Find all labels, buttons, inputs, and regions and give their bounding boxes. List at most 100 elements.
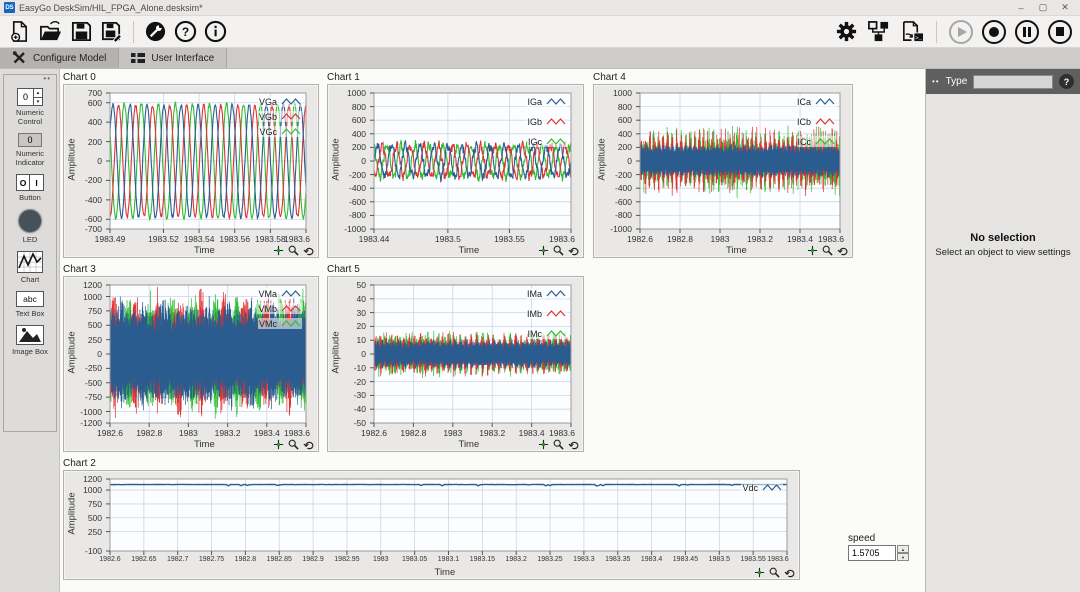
chart-title: Chart 3	[63, 264, 319, 276]
legend-item[interactable]: VGa	[258, 96, 302, 107]
x-tick-label: 1982.8	[660, 234, 700, 244]
title-bar: DS EasyGo DeskSim/HIL_FPGA_Alone.desksim…	[0, 0, 1080, 16]
speed-spinner[interactable]: ▲▼	[897, 545, 909, 561]
minimize-button[interactable]: –	[1010, 1, 1032, 15]
chart-5-widget[interactable]: Chart 5 50403020100-10-20-30-40-501982.6…	[327, 264, 584, 452]
pan-tool-icon[interactable]	[303, 245, 314, 256]
palette-item-numeric-indicator[interactable]: 0 Numeric Indicator	[5, 133, 55, 167]
x-tick-label: 1983.44	[354, 234, 394, 244]
legend-item[interactable]: IMb	[526, 308, 567, 319]
design-canvas[interactable]: Chart 0 7006004002000-200-400-600-700198…	[60, 69, 925, 592]
chart-2-widget[interactable]: Chart 2 12001000750500250-1001982.61982.…	[63, 458, 800, 580]
x-tick-label: 1983.6	[811, 234, 851, 244]
legend-item[interactable]: ICb	[796, 116, 836, 127]
palette-item-text-box[interactable]: abc Text Box	[5, 291, 55, 318]
cursor-tool-icon[interactable]	[273, 245, 284, 256]
y-tick-label: -30	[328, 390, 366, 400]
cursor-tool-icon[interactable]	[273, 439, 284, 450]
legend-item[interactable]: VGc	[258, 126, 302, 137]
legend-item[interactable]: ICc	[797, 136, 837, 147]
cursor-tool-icon[interactable]	[538, 245, 549, 256]
pan-tool-icon[interactable]	[837, 245, 848, 256]
play-icon[interactable]	[949, 20, 973, 44]
topology-icon[interactable]	[867, 20, 890, 43]
zoom-tool-icon[interactable]	[822, 245, 833, 256]
zoom-tool-icon[interactable]	[553, 245, 564, 256]
tab-user-interface[interactable]: User Interface	[119, 48, 227, 68]
pan-tool-icon[interactable]	[303, 439, 314, 450]
panel-collapse-handle[interactable]: ••	[932, 77, 940, 86]
palette-item-image-box[interactable]: Image Box	[5, 325, 55, 356]
palette-item-numeric-control[interactable]: 0 ▲▼ Numeric Control	[5, 88, 55, 126]
record-icon[interactable]	[982, 20, 1006, 44]
chart-1-widget[interactable]: Chart 1 10008006004002000-200-400-600-80…	[327, 72, 584, 258]
pause-icon[interactable]	[1015, 20, 1039, 44]
chart-title: Chart 2	[63, 458, 800, 470]
tab-configure-model[interactable]: Configure Model	[0, 48, 119, 68]
legend-item[interactable]: ICa	[796, 96, 836, 107]
new-file-icon[interactable]	[8, 20, 31, 43]
cursor-tool-icon[interactable]	[807, 245, 818, 256]
legend-line-sample	[546, 328, 566, 339]
imagebox-icon	[16, 325, 44, 345]
palette-item-led[interactable]: LED	[5, 209, 55, 244]
type-filter-input[interactable]	[973, 75, 1053, 89]
y-axis-label: Amplitude	[331, 327, 342, 379]
save-icon[interactable]	[70, 20, 93, 43]
x-axis-label: Time	[194, 245, 215, 256]
legend-item[interactable]: VGb	[258, 111, 302, 122]
chart-0-widget[interactable]: Chart 0 7006004002000-200-400-600-700198…	[63, 72, 319, 258]
x-tick-label: 1982.6	[90, 428, 130, 438]
y-tick-label: 750	[64, 306, 102, 316]
x-tick-label: 1983	[700, 234, 740, 244]
legend-item[interactable]: IGc	[527, 136, 567, 147]
speed-control[interactable]: speed ▲▼	[848, 533, 918, 561]
pan-tool-icon[interactable]	[568, 439, 579, 450]
legend-item[interactable]: IMa	[526, 288, 567, 299]
y-tick-label: 1000	[594, 88, 632, 98]
palette-collapse-handle[interactable]: ••	[43, 74, 51, 83]
info-circle-icon[interactable]	[204, 20, 227, 43]
legend-item[interactable]: VMb	[257, 303, 302, 314]
legend-line-sample	[281, 303, 301, 314]
pan-tool-icon[interactable]	[784, 567, 795, 578]
stop-icon[interactable]	[1048, 20, 1072, 44]
panel-help-icon[interactable]: ?	[1059, 74, 1074, 89]
zoom-tool-icon[interactable]	[553, 439, 564, 450]
tools-circle-icon[interactable]	[144, 20, 167, 43]
legend-item[interactable]: IGb	[526, 116, 567, 127]
legend-label: IGb	[527, 117, 542, 127]
legend-line-sample	[815, 136, 835, 147]
open-file-icon[interactable]	[38, 20, 63, 43]
y-tick-label: -500	[64, 378, 102, 388]
x-tick-label: 1983	[433, 428, 473, 438]
cursor-tool-icon[interactable]	[538, 439, 549, 450]
palette-item-chart[interactable]: Chart	[5, 251, 55, 284]
legend-item[interactable]: VMa	[257, 288, 302, 299]
legend-item[interactable]: IMc	[527, 328, 568, 339]
legend-item[interactable]: Vdc	[741, 482, 783, 493]
legend-item[interactable]: VMc	[258, 318, 302, 329]
chart-legend: Vdc	[741, 482, 783, 493]
chart-3-widget[interactable]: Chart 3 120010007505002500-250-500-750-1…	[63, 264, 319, 452]
zoom-tool-icon[interactable]	[769, 567, 780, 578]
zoom-tool-icon[interactable]	[288, 439, 299, 450]
close-button[interactable]: ✕	[1054, 1, 1076, 15]
cursor-tool-icon[interactable]	[754, 567, 765, 578]
legend-label: Vdc	[742, 483, 758, 493]
maximize-button[interactable]: ▢	[1032, 1, 1054, 15]
x-tick-label: 1983.54	[179, 234, 219, 244]
script-export-icon[interactable]: >_	[899, 20, 924, 43]
save-as-icon[interactable]	[100, 20, 123, 43]
x-axis-label: Time	[726, 245, 747, 256]
speed-input[interactable]	[848, 545, 896, 561]
settings-gear-icon[interactable]	[835, 20, 858, 43]
help-circle-icon[interactable]: ?	[174, 20, 197, 43]
palette-item-button[interactable]: OI Button	[5, 174, 55, 202]
pan-tool-icon[interactable]	[568, 245, 579, 256]
y-tick-label: -800	[594, 210, 632, 220]
chart-4-widget[interactable]: Chart 4 10008006004002000-200-400-600-80…	[593, 72, 853, 258]
numeric-control-icon: 0 ▲▼	[17, 88, 43, 106]
zoom-tool-icon[interactable]	[288, 245, 299, 256]
legend-item[interactable]: IGa	[526, 96, 567, 107]
